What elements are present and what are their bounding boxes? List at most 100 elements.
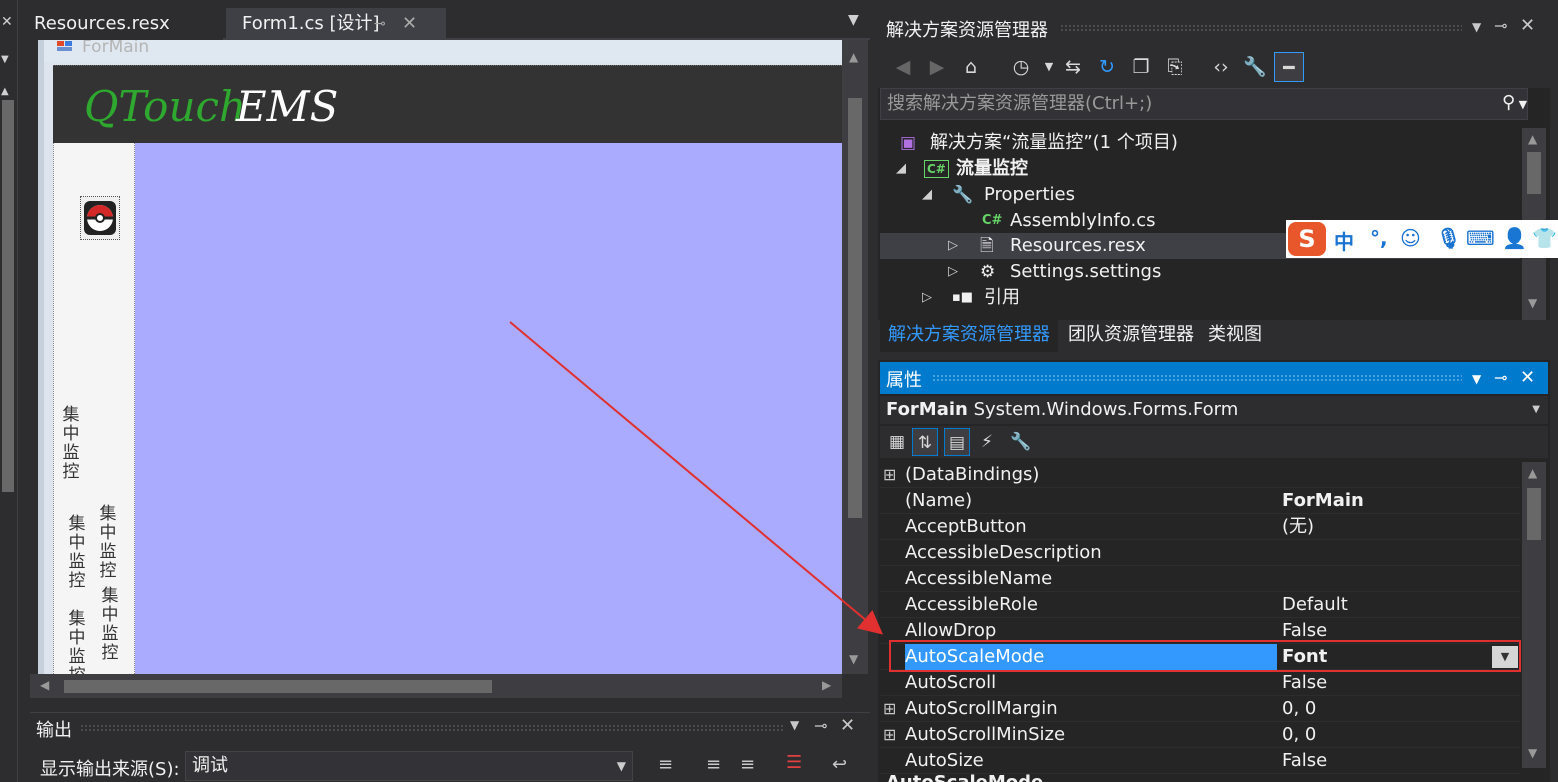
user-icon[interactable]: 👤 xyxy=(1502,226,1527,250)
scroll-up-arrow-icon[interactable]: ▲ xyxy=(1,86,9,97)
property-name[interactable]: AutoSize xyxy=(905,748,1277,774)
tree-item-properties[interactable]: ◢ 🔧 Properties xyxy=(880,182,1520,208)
property-name[interactable]: AccessibleRole xyxy=(905,592,1277,618)
categorized-icon[interactable]: ▦ xyxy=(884,428,910,456)
expand-plus-icon[interactable]: ⊞ xyxy=(883,696,896,722)
back-icon[interactable]: ◀ xyxy=(888,52,918,82)
chevron-down-icon[interactable]: ▼ xyxy=(1472,20,1481,34)
property-name[interactable]: AutoScrollMargin xyxy=(905,696,1277,722)
tab-solution-explorer[interactable]: 解决方案资源管理器 xyxy=(880,320,1058,352)
close-icon[interactable]: ✕ xyxy=(1520,367,1535,388)
expand-plus-icon[interactable]: ⊞ xyxy=(883,722,896,748)
close-icon[interactable]: ✕ xyxy=(840,715,855,736)
alphabetical-icon[interactable]: ⇅ xyxy=(912,428,938,456)
ime-chinese-mode-toggle[interactable]: 中 xyxy=(1334,226,1354,255)
side-label-3[interactable]: 集中监控 xyxy=(98,505,118,581)
close-icon[interactable]: ✕ xyxy=(1520,15,1535,36)
microphone-icon[interactable]: 🎙 xyxy=(1436,226,1461,250)
property-value[interactable]: ForMain xyxy=(1282,488,1520,514)
ime-punctuation-toggle[interactable]: °, xyxy=(1370,226,1388,250)
expanded-triangle-icon[interactable]: ◢ xyxy=(922,182,932,208)
property-row[interactable]: AutoScroll False xyxy=(880,670,1520,696)
scroll-up-arrow-icon[interactable]: ▲ xyxy=(1528,466,1537,480)
property-name[interactable]: AutoScroll xyxy=(905,670,1277,696)
refresh-icon[interactable]: ↻ xyxy=(1092,52,1122,82)
property-row[interactable]: AccessibleDescription xyxy=(880,540,1520,566)
show-all-files-icon[interactable]: ⎘ xyxy=(1160,52,1190,82)
side-label-1[interactable]: 集中监控 xyxy=(61,406,81,482)
home-icon[interactable]: ⌂ xyxy=(956,52,986,82)
designer-vertical-scroll-thumb[interactable] xyxy=(848,98,862,518)
keyboard-icon[interactable]: ⌨ xyxy=(1466,226,1495,250)
property-row[interactable]: AccessibleName xyxy=(880,566,1520,592)
go-to-line-icon[interactable]: ≡ xyxy=(658,754,673,775)
property-value[interactable]: False xyxy=(1282,670,1520,696)
chevron-down-icon[interactable]: ▼ xyxy=(1,54,9,65)
property-row[interactable]: (Name) ForMain xyxy=(880,488,1520,514)
next-message-icon[interactable]: ≡ xyxy=(740,754,755,775)
pin-icon[interactable]: ⊸ xyxy=(1494,16,1507,35)
sync-with-document-icon[interactable]: ⇆ xyxy=(1058,52,1088,82)
property-grid-scroll-thumb[interactable] xyxy=(1527,488,1541,540)
chevron-down-icon[interactable]: ▼ xyxy=(1472,372,1481,386)
search-icon[interactable]: ⚲ ▼ xyxy=(1502,92,1527,113)
property-row[interactable]: AcceptButton (无) xyxy=(880,514,1520,540)
tab-list-dropdown-icon[interactable]: ▼ xyxy=(848,12,859,28)
events-lightning-icon[interactable]: ⚡ xyxy=(974,428,1000,456)
close-icon[interactable]: ✕ xyxy=(1,14,13,30)
pin-icon[interactable]: ⊸ xyxy=(1494,368,1507,387)
word-wrap-icon[interactable]: ↩ xyxy=(832,754,847,775)
property-row[interactable]: AccessibleRole Default xyxy=(880,592,1520,618)
previous-message-icon[interactable]: ≡ xyxy=(706,754,721,775)
property-value[interactable]: Default xyxy=(1282,592,1520,618)
property-value[interactable] xyxy=(1282,462,1520,488)
property-name[interactable]: AcceptButton xyxy=(905,514,1277,540)
designer-horizontal-scroll-thumb[interactable] xyxy=(64,680,492,693)
view-code-icon[interactable]: ‹› xyxy=(1206,52,1236,82)
close-icon[interactable]: ✕ xyxy=(402,8,417,40)
property-name[interactable]: (Name) xyxy=(905,488,1277,514)
expanded-triangle-icon[interactable]: ◢ xyxy=(896,156,906,182)
properties-view-icon[interactable]: ▤ xyxy=(944,428,970,456)
sogou-logo-icon[interactable]: S xyxy=(1288,222,1326,256)
tree-item-solution[interactable]: ▣ 解决方案“流量监控”(1 个项目) xyxy=(880,130,1520,156)
tab-class-view[interactable]: 类视图 xyxy=(1200,320,1270,352)
panel-grip[interactable] xyxy=(80,724,784,732)
property-name[interactable]: AutoScrollMinSize xyxy=(905,722,1277,748)
chevron-down-icon[interactable]: ▼ xyxy=(790,718,799,732)
output-source-select[interactable]: 调试 ▼ xyxy=(185,751,633,781)
skin-shirt-icon[interactable]: 👕 xyxy=(1532,226,1557,250)
solution-tree-scroll-thumb[interactable] xyxy=(1527,152,1541,194)
tree-item-project[interactable]: ◢ C# 流量监控 xyxy=(880,156,1520,182)
collapsed-triangle-icon[interactable]: ▷ xyxy=(948,233,958,259)
property-value[interactable]: 0, 0 xyxy=(1282,696,1520,722)
wrench-icon[interactable]: 🔧 xyxy=(1240,52,1270,82)
property-value[interactable]: 0, 0 xyxy=(1282,722,1520,748)
property-row[interactable]: ⊞ (DataBindings) xyxy=(880,462,1520,488)
pending-changes-filter-icon[interactable]: ◷ xyxy=(1006,52,1036,82)
property-value[interactable]: False xyxy=(1282,748,1520,774)
scroll-down-arrow-icon[interactable]: ▼ xyxy=(1528,296,1537,310)
tree-item-settings[interactable]: ▷ ⚙ Settings.settings xyxy=(880,259,1520,285)
scroll-up-arrow-icon[interactable]: ▲ xyxy=(1528,132,1537,146)
property-value[interactable]: (无) xyxy=(1282,514,1520,540)
pin-icon[interactable]: ⊸ xyxy=(814,716,827,735)
pin-icon[interactable]: ⊸ xyxy=(374,8,386,40)
collapse-all-icon[interactable]: ❐ xyxy=(1126,52,1156,82)
tab-team-explorer[interactable]: 团队资源管理器 xyxy=(1060,320,1202,352)
property-row[interactable]: ⊞ AutoScrollMargin 0, 0 xyxy=(880,696,1520,722)
property-name[interactable]: (DataBindings) xyxy=(905,462,1277,488)
scroll-left-arrow-icon[interactable]: ◀ xyxy=(40,678,49,692)
property-pages-wrench-icon[interactable]: 🔧 xyxy=(1008,428,1034,456)
scroll-down-arrow-icon[interactable]: ▼ xyxy=(1528,746,1537,760)
panel-grip[interactable] xyxy=(1060,24,1462,32)
logo-picturebox[interactable] xyxy=(80,196,120,240)
main-content-panel[interactable] xyxy=(135,143,842,674)
property-value[interactable] xyxy=(1282,566,1520,592)
emoji-icon[interactable]: ☺ xyxy=(1400,226,1421,250)
collapsed-triangle-icon[interactable]: ▷ xyxy=(922,285,932,311)
property-value[interactable] xyxy=(1282,540,1520,566)
scroll-down-arrow-icon[interactable]: ▼ xyxy=(849,652,858,666)
tab-resources-resx[interactable]: Resources.resx xyxy=(18,8,223,40)
property-name[interactable]: AccessibleDescription xyxy=(905,540,1277,566)
